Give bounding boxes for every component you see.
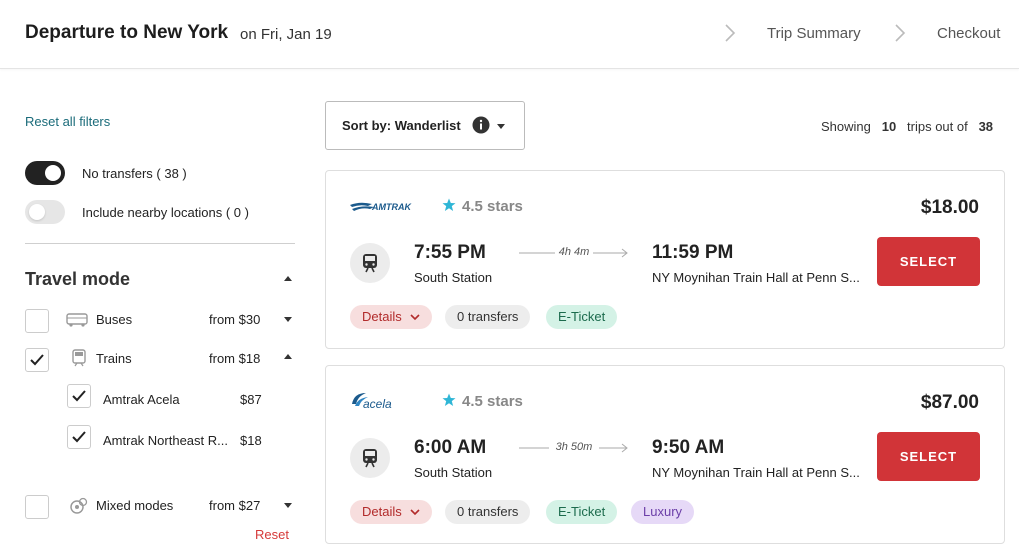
details-toggle[interactable]: Details — [350, 305, 433, 329]
results-count: Showing 10 trips out of 38 — [821, 119, 993, 134]
mixed-modes-price: from $27 — [209, 498, 261, 513]
arrive-time: 11:59 PM — [652, 242, 734, 263]
train-icon — [350, 438, 390, 478]
eticket-badge: E-Ticket — [546, 305, 618, 329]
amtrak-acela-price: $87 — [240, 392, 262, 407]
rating: 4.5 stars — [442, 393, 523, 410]
showing-total: 38 — [978, 119, 994, 134]
no-transfers-toggle[interactable] — [25, 161, 65, 185]
trains-checkbox[interactable] — [25, 348, 49, 372]
collapse-caret-icon[interactable] — [284, 276, 292, 281]
trip-duration: 3h 50m — [555, 441, 593, 453]
showing-count: 10 — [881, 119, 897, 134]
chevron-down-icon — [497, 124, 505, 129]
breadcrumb-trip-summary[interactable]: Trip Summary — [767, 25, 861, 42]
checkmark-icon — [30, 354, 44, 366]
arrive-time: 9:50 AM — [652, 437, 725, 458]
showing-prefix: Showing — [821, 119, 871, 134]
select-trip-button[interactable]: SELECT — [877, 237, 980, 286]
star-icon — [442, 393, 456, 406]
sort-label: Sort by: Wanderlist — [342, 118, 461, 133]
depart-station: South Station — [414, 465, 493, 480]
info-icon[interactable] — [472, 116, 490, 134]
rating-text: 4.5 stars — [462, 393, 523, 410]
trains-label: Trains — [96, 351, 132, 366]
reset-all-filters-link[interactable]: Reset all filters — [25, 114, 110, 129]
breadcrumb-checkout[interactable]: Checkout — [937, 25, 1000, 42]
arrive-station: NY Moynihan Train Hall at Penn S... — [652, 465, 860, 480]
luxury-badge: Luxury — [631, 500, 695, 524]
nearby-locations-toggle[interactable] — [25, 200, 65, 224]
bus-icon — [66, 312, 88, 328]
chevron-down-icon — [410, 314, 420, 321]
showing-middle: trips out of — [907, 119, 968, 134]
arrive-station: NY Moynihan Train Hall at Penn S... — [652, 270, 860, 285]
expand-caret-icon[interactable] — [284, 503, 292, 508]
amtrak-northeast-price: $18 — [240, 433, 262, 448]
amtrak-northeast-label: Amtrak Northeast R... — [103, 433, 228, 448]
trains-price: from $18 — [209, 351, 261, 366]
mixed-modes-label: Mixed modes — [96, 498, 174, 513]
amtrak-acela-label: Amtrak Acela — [103, 392, 180, 407]
svg-text:AMTRAK: AMTRAK — [371, 202, 412, 212]
mixed-modes-checkbox[interactable] — [25, 495, 49, 519]
amtrak-northeast-checkbox[interactable] — [67, 425, 91, 449]
trip-duration: 4h 4m — [558, 246, 590, 258]
no-transfers-label: No transfers ( 38 ) — [82, 166, 187, 181]
details-toggle[interactable]: Details — [350, 500, 433, 524]
mixed-modes-icon — [68, 497, 90, 514]
reset-travel-mode-link[interactable]: Reset — [255, 527, 289, 542]
buses-label: Buses — [96, 312, 133, 327]
depart-time: 6:00 AM — [414, 437, 487, 458]
buses-price: from $30 — [209, 312, 261, 327]
sidebar-divider — [25, 243, 295, 244]
details-label: Details — [362, 309, 402, 324]
chevron-down-icon — [410, 509, 420, 516]
details-label: Details — [362, 504, 402, 519]
star-icon — [442, 198, 456, 211]
depart-time: 7:55 PM — [414, 242, 486, 263]
page-title: Departure to New York — [25, 22, 229, 43]
page-header: Departure to New York on Fri, Jan 19 Tri… — [0, 0, 1019, 69]
departure-date: on Fri, Jan 19 — [240, 26, 332, 43]
transfers-badge: 0 transfers — [445, 305, 531, 329]
sort-dropdown[interactable]: Sort by: Wanderlist — [325, 101, 525, 150]
nearby-locations-label: Include nearby locations ( 0 ) — [82, 205, 249, 220]
eticket-badge: E-Ticket — [546, 500, 618, 524]
chevron-right-icon — [893, 22, 907, 44]
train-icon — [350, 243, 390, 283]
toggle-knob — [45, 165, 61, 181]
trip-price: $18.00 — [920, 197, 979, 218]
amtrak-acela-checkbox[interactable] — [67, 384, 91, 408]
expand-caret-icon[interactable] — [284, 317, 292, 322]
toggle-knob — [29, 204, 45, 220]
rating-text: 4.5 stars — [462, 198, 523, 215]
trip-price: $87.00 — [920, 392, 979, 413]
train-icon — [68, 349, 90, 367]
travel-mode-heading: Travel mode — [25, 269, 131, 289]
trip-result-card: AMTRAK 4.5 stars $18.00 7:55 PM South St… — [325, 170, 1005, 349]
rating: 4.5 stars — [442, 198, 523, 215]
transfers-badge: 0 transfers — [445, 500, 531, 524]
checkmark-icon — [72, 431, 86, 443]
buses-checkbox[interactable] — [25, 309, 49, 333]
svg-text:acela: acela — [363, 397, 392, 411]
depart-station: South Station — [414, 270, 493, 285]
chevron-right-icon — [723, 22, 737, 44]
checkmark-icon — [72, 390, 86, 402]
trip-result-card: acela 4.5 stars $87.00 6:00 AM South Sta… — [325, 365, 1005, 544]
select-trip-button[interactable]: SELECT — [877, 432, 980, 481]
collapse-caret-icon[interactable] — [284, 354, 292, 359]
amtrak-logo: AMTRAK — [350, 199, 422, 218]
acela-logo: acela — [350, 390, 406, 417]
